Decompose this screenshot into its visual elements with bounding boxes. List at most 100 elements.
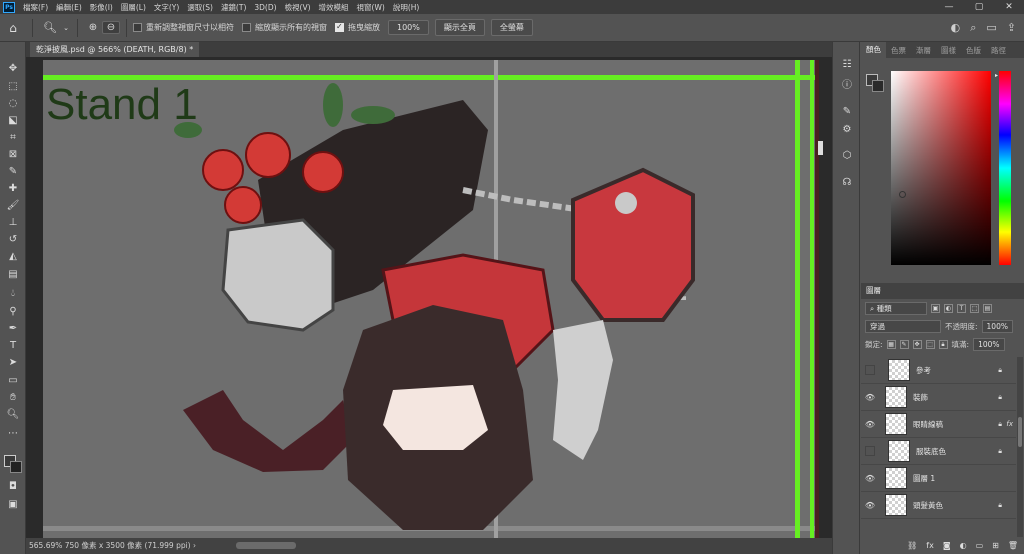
artboard[interactable]: Stand 1 [43,60,819,538]
adjustments-icon[interactable]: ☷ [839,57,855,71]
menu-edit[interactable]: 編輯(E) [52,2,86,13]
tab-color[interactable]: 顏色 [861,42,886,58]
checkbox-box-checked[interactable] [335,22,344,32]
frame-tool-icon[interactable]: ⊠ [4,147,22,161]
properties-icon[interactable]: ⚙ [839,122,855,136]
filter-smart-icon[interactable]: ▤ [983,303,992,313]
hand-tool-icon[interactable]: ✋︎ [4,390,22,404]
fit-screen-button[interactable]: 顯示全頁 [434,19,485,36]
gradient-tool-icon[interactable]: ▤ [4,267,22,281]
clone-stamp-tool-icon[interactable]: ⊥ [4,215,22,229]
object-select-tool-icon[interactable]: ⬕ [4,113,22,127]
crop-tool-icon[interactable]: ⌗ [4,130,22,144]
adjustment-layer-icon[interactable]: ◐ [960,541,967,550]
zoom-100-button[interactable]: 100% [388,20,429,35]
filter-type-icon[interactable]: T [957,303,966,313]
zoom-tool-preset-icon[interactable]: 🔍︎ [39,21,61,34]
visibility-toggle-off[interactable] [865,446,875,456]
layer-row[interactable]: 👁︎ 頭髮黃色 🔒︎ [861,492,1016,519]
share-icon[interactable]: ⇪ [1007,21,1016,34]
layer-fx-icon[interactable]: fx [1006,420,1013,428]
fill-input[interactable]: 100% [973,337,1005,351]
zoom-tool-icon[interactable]: 🔍︎ [4,407,22,421]
visibility-toggle-off[interactable] [865,365,875,375]
layer-name[interactable]: 頭髮黃色 [913,500,943,511]
menu-3d[interactable]: 3D(D) [250,3,280,12]
zoom-out-icon[interactable]: ⊖ [102,21,120,34]
resize-windows-checkbox[interactable]: 重新調整視窗尺寸以相符 [133,22,234,33]
eraser-tool-icon[interactable]: ◭ [4,249,22,263]
filter-pixel-icon[interactable]: ▣ [931,303,940,313]
marquee-tool-icon[interactable]: ⬚ [4,79,22,93]
panel-background-swatch[interactable] [872,80,884,92]
menu-window[interactable]: 視窗(W) [353,2,389,13]
menu-select[interactable]: 選取(S) [183,2,217,13]
menu-help[interactable]: 說明(H) [389,2,424,13]
add-style-icon[interactable]: fx [926,541,934,550]
brush-settings-icon[interactable]: ✎ [839,104,855,118]
new-layer-icon[interactable]: ⊞ [992,541,999,550]
lock-all-icon[interactable]: 🔒︎ [938,339,948,349]
menu-layer[interactable]: 圖層(L) [117,2,150,13]
opacity-input[interactable]: 100% [981,319,1013,333]
color-spectrum[interactable] [891,71,991,265]
right-scroll-thumb[interactable] [818,141,823,155]
minimize-button[interactable]: — [934,2,964,12]
layers-scroll-thumb[interactable] [1018,417,1022,447]
document-tab[interactable]: 乾淨披風.psd @ 566% (DEATH, RGB/8) * [30,42,200,57]
hue-slider[interactable] [999,71,1011,265]
maximize-button[interactable]: ▢ [964,2,994,12]
home-icon[interactable]: ⌂ [0,21,26,35]
chevron-down-icon[interactable]: ⌄ [61,24,71,32]
dodge-tool-icon[interactable]: ⚲ [4,304,22,318]
layers-scrollbar[interactable] [1017,357,1023,537]
background-color-swatch[interactable] [10,461,22,473]
zoom-in-icon[interactable]: ⊕ [84,22,102,33]
search-icon[interactable]: ⌕ [970,21,976,35]
eye-icon[interactable]: 👁︎ [863,420,877,429]
zoom-all-windows-checkbox[interactable]: 縮放顯示所有的視窗 [242,22,327,33]
menu-image[interactable]: 影像(I) [86,2,117,13]
checkbox-box[interactable] [242,23,251,32]
horizontal-scrollbar[interactable] [236,542,296,549]
trash-icon[interactable]: 🗑︎ [1008,541,1018,550]
type-tool-icon[interactable]: T [4,338,22,352]
blend-mode-select[interactable]: 穿過 [865,319,941,333]
add-mask-icon[interactable]: ◙ [943,541,951,550]
tab-swatches[interactable]: 色票 [886,45,911,56]
filter-adjust-icon[interactable]: ◐ [944,303,953,313]
new-group-icon[interactable]: ▭ [976,541,984,550]
tab-paths[interactable]: 路徑 [986,45,1011,56]
menu-type[interactable]: 文字(Y) [150,2,183,13]
move-tool-icon[interactable]: ✥ [4,61,22,75]
layer-row[interactable]: 參考 🔒︎ [861,357,1016,384]
screen-mode-icon[interactable]: ▣ [4,497,22,511]
user-help-icon[interactable]: ◐ [951,21,961,34]
checkbox-box[interactable] [133,23,142,32]
brush-tool-icon[interactable]: 🖌︎ [4,198,22,212]
layer-row[interactable]: 服裝底色 🔒︎ [861,438,1016,465]
close-button[interactable]: ✕ [994,2,1024,12]
path-selection-tool-icon[interactable]: ➤ [4,355,22,369]
eye-icon[interactable]: 👁︎ [863,474,877,483]
history-brush-tool-icon[interactable]: ↺ [4,232,22,246]
layer-row[interactable]: 👁︎ 裝飾 🔒︎ [861,384,1016,411]
lock-position-icon[interactable]: ✥ [912,339,922,349]
lock-artboard-icon[interactable]: ⬚ [925,339,935,349]
hue-marker-icon[interactable]: ▸ [995,72,998,79]
menu-filter[interactable]: 濾鏡(T) [217,2,250,13]
layer-name[interactable]: 眼睛線稿 [913,419,943,430]
menu-view[interactable]: 檢視(V) [281,2,315,13]
layer-name[interactable]: 參考 [916,365,931,376]
canvas-area[interactable]: Stand 1 [26,57,832,538]
layer-row[interactable]: 👁︎ 圖層 1 [861,465,1016,492]
menu-file[interactable]: 檔案(F) [19,2,52,13]
layer-row[interactable]: 👁︎ 眼睛線稿 🔒︎ fx [861,411,1016,438]
scrubby-zoom-checkbox[interactable]: 拖曳縮放 [335,22,380,33]
layer-filter-select[interactable]: ⌕ 種類 [865,301,927,315]
3d-cube-icon[interactable]: ⬡ [839,148,855,162]
more-tools-icon[interactable]: ⋯ [4,426,22,440]
eyedropper-tool-icon[interactable]: ✎ [4,164,22,178]
rectangle-tool-icon[interactable]: ▭ [4,373,22,387]
quick-mask-icon[interactable]: ◘ [4,479,22,493]
